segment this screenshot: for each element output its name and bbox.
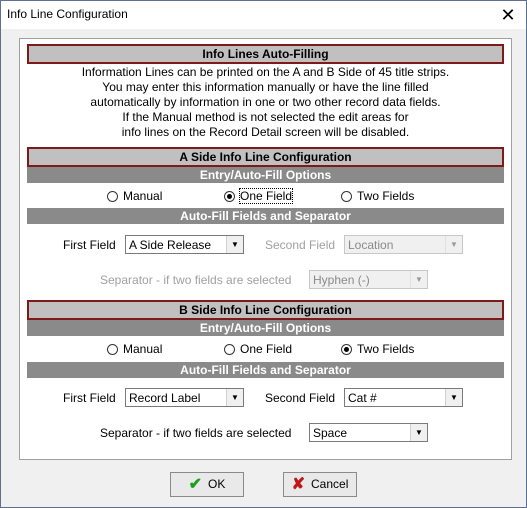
auto-filling-header: Info Lines Auto-Filling	[27, 44, 504, 64]
close-icon[interactable]: ✕	[490, 1, 526, 29]
a-side-second-field-label: Second Field	[265, 238, 336, 252]
radio-label: Two Fields	[357, 342, 415, 356]
b-side-header: B Side Info Line Configuration	[27, 300, 504, 320]
chevron-down-icon[interactable]: ▼	[226, 236, 243, 253]
description-line: automatically by information in one or t…	[90, 95, 441, 109]
description-line: If the Manual method is not selected the…	[122, 110, 409, 124]
a-side-first-field-select[interactable]: A Side Release ▼	[125, 235, 244, 254]
a-side-first-field-label: First Field	[63, 238, 116, 252]
b-side-first-field-select[interactable]: Record Label ▼	[125, 388, 244, 407]
radio-label: Manual	[123, 189, 163, 203]
b-side-radio-one-field[interactable]: One Field	[224, 341, 292, 357]
radio-button[interactable]	[224, 191, 235, 202]
a-side-separator-label: Separator - if two fields are selected	[100, 273, 292, 287]
radio-label: One Field	[238, 188, 294, 204]
radio-label: Manual	[123, 342, 163, 356]
select-value: Record Label	[129, 391, 201, 405]
b-side-radio-manual[interactable]: Manual	[107, 341, 162, 357]
window-title: Info Line Configuration	[7, 7, 128, 21]
b-side-first-field-label: First Field	[63, 391, 116, 405]
radio-button[interactable]	[107, 191, 118, 202]
a-side-header: A Side Info Line Configuration	[27, 147, 504, 167]
chevron-down-icon[interactable]: ▼	[410, 424, 427, 441]
b-side-separator-select[interactable]: Space ▼	[309, 423, 428, 442]
a-side-radio-two-fields[interactable]: Two Fields	[341, 188, 414, 204]
a-side-radio-manual[interactable]: Manual	[107, 188, 162, 204]
b-side-second-field-select[interactable]: Cat # ▼	[344, 388, 463, 407]
a-side-entry-header: Entry/Auto-Fill Options	[27, 167, 504, 183]
select-value: A Side Release	[129, 238, 212, 252]
b-side-entry-header: Entry/Auto-Fill Options	[27, 320, 504, 336]
select-value: Location	[348, 238, 394, 252]
select-value: Hyphen (-)	[313, 273, 370, 287]
config-panel: Info Lines Auto-Filling Information Line…	[19, 38, 512, 460]
select-value: Cat #	[348, 391, 377, 405]
radio-button[interactable]	[341, 191, 352, 202]
dialog-window: Info Line Configuration ✕ Info Lines Aut…	[0, 0, 527, 508]
a-side-radio-one-field[interactable]: One Field	[224, 188, 294, 204]
b-side-separator-label: Separator - if two fields are selected	[100, 426, 292, 440]
radio-label: Two Fields	[357, 189, 415, 203]
info-description: Information Lines can be printed on the …	[27, 65, 504, 140]
description-line: Information Lines can be printed on the …	[81, 65, 450, 79]
radio-button[interactable]	[107, 344, 118, 355]
title-bar: Info Line Configuration ✕	[1, 1, 526, 29]
description-line: info lines on the Record Detail screen w…	[121, 125, 410, 139]
cancel-label: Cancel	[311, 477, 349, 491]
b-side-radio-two-fields[interactable]: Two Fields	[341, 341, 414, 357]
description-line: You may enter this information manually …	[102, 80, 429, 94]
a-side-separator-select: Hyphen (-) ▼	[309, 270, 428, 289]
b-side-second-field-label: Second Field	[265, 391, 336, 405]
ok-label: OK	[208, 477, 226, 491]
select-value: Space	[313, 426, 348, 440]
chevron-down-icon[interactable]: ▼	[226, 389, 243, 406]
checkmark-icon: ✔	[188, 476, 203, 493]
radio-button[interactable]	[224, 344, 235, 355]
cancel-button[interactable]: ✘ Cancel	[283, 472, 357, 497]
a-side-fields-header: Auto-Fill Fields and Separator	[27, 208, 504, 224]
radio-button[interactable]	[341, 344, 352, 355]
ok-button[interactable]: ✔ OK	[170, 472, 244, 497]
x-icon: ✘	[291, 476, 306, 493]
b-side-fields-header: Auto-Fill Fields and Separator	[27, 362, 504, 378]
chevron-down-icon: ▼	[445, 236, 462, 253]
chevron-down-icon: ▼	[410, 271, 427, 288]
chevron-down-icon[interactable]: ▼	[445, 389, 462, 406]
radio-label: One Field	[240, 342, 293, 356]
a-side-second-field-select: Location ▼	[344, 235, 463, 254]
